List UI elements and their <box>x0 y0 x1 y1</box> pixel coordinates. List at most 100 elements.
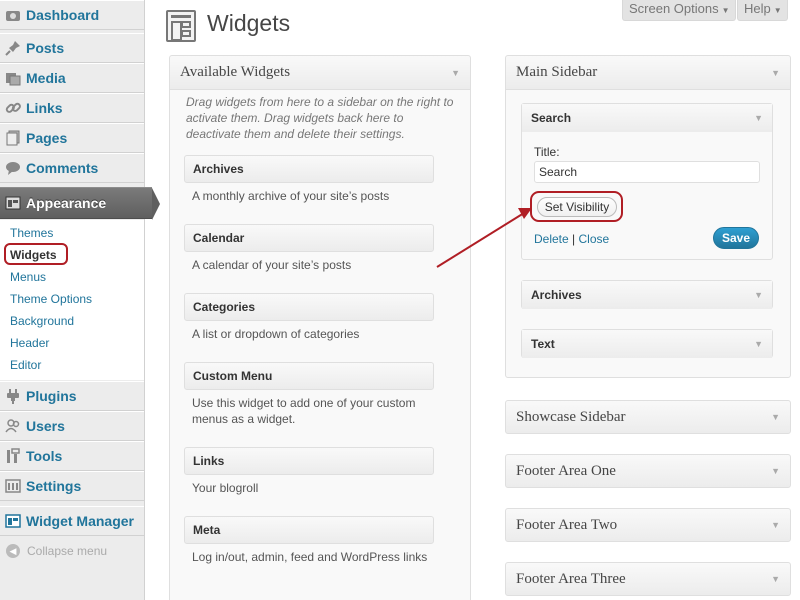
help-label: Help <box>744 1 771 16</box>
page-title: Widgets <box>207 10 291 36</box>
menu-links[interactable]: Links <box>0 93 144 123</box>
widget-control-actions: Delete | Close <box>534 232 609 246</box>
available-widgets-description: Drag widgets from here to a sidebar on t… <box>186 95 454 141</box>
widget-title: Search <box>531 111 572 125</box>
menu-pages[interactable]: Pages <box>0 123 144 153</box>
chevron-down-icon: ▼ <box>721 6 730 15</box>
menu-posts[interactable]: Posts <box>0 33 144 63</box>
title-input[interactable]: Search <box>534 161 760 183</box>
toggle-arrow-icon[interactable]: ▼ <box>771 520 780 530</box>
save-button[interactable]: Save <box>713 227 759 249</box>
widget-custom-menu[interactable]: Custom Menu <box>184 362 434 390</box>
widgets-page-icon <box>166 10 196 42</box>
submenu-editor[interactable]: Editor <box>10 358 41 372</box>
menu-label: Pages <box>26 130 68 146</box>
widget-description: Use this widget to add one of your custo… <box>192 396 416 426</box>
toggle-arrow-icon[interactable]: ▼ <box>451 68 460 78</box>
widget-meta[interactable]: Meta <box>184 516 434 544</box>
widget-description: A list or dropdown of categories <box>192 327 360 341</box>
sidebar-widget-text[interactable]: Text ▼ <box>521 329 773 358</box>
panel-title: Footer Area Two <box>516 516 618 533</box>
toggle-arrow-icon[interactable]: ▼ <box>771 466 780 476</box>
widget-archives[interactable]: Archives <box>184 155 434 183</box>
collapse-menu[interactable]: ◀ Collapse menu <box>6 544 107 558</box>
tools-icon <box>4 447 22 465</box>
menu-media[interactable]: Media <box>0 63 144 93</box>
panel-title: Main Sidebar <box>516 64 598 80</box>
title-label: Title: <box>534 145 560 159</box>
menu-appearance[interactable]: Appearance <box>0 187 160 220</box>
footer-area-one[interactable]: Footer Area One ▼ <box>505 454 791 488</box>
dashboard-icon <box>4 6 22 24</box>
menu-label: Links <box>26 100 63 116</box>
menu-label: Media <box>26 70 66 86</box>
widget-categories[interactable]: Categories <box>184 293 434 321</box>
available-widgets-header[interactable]: Available Widgets ▼ <box>170 56 470 90</box>
submenu-header[interactable]: Header <box>10 336 49 350</box>
menu-label: Settings <box>26 478 82 494</box>
help-button[interactable]: Help ▼ <box>737 0 788 21</box>
menu-label: Widget Manager <box>26 513 134 529</box>
appearance-icon <box>4 194 22 212</box>
widget-description: A calendar of your site’s posts <box>192 258 352 272</box>
screen-options-button[interactable]: Screen Options ▼ <box>622 0 736 21</box>
chevron-down-icon: ▼ <box>773 6 782 15</box>
users-icon <box>4 417 22 435</box>
collapse-label: Collapse menu <box>27 544 108 558</box>
toggle-arrow-icon[interactable]: ▼ <box>771 574 780 584</box>
panel-title: Footer Area One <box>516 462 616 479</box>
sidebar-widget-archives[interactable]: Archives ▼ <box>521 280 773 309</box>
widget-calendar[interactable]: Calendar <box>184 224 434 252</box>
menu-label: Dashboard <box>26 7 100 23</box>
widgets-highlight-ring <box>4 243 68 265</box>
toggle-arrow-icon[interactable]: ▼ <box>754 113 763 123</box>
toggle-arrow-icon[interactable]: ▼ <box>771 68 780 78</box>
submenu-themes[interactable]: Themes <box>10 226 53 240</box>
menu-plugins[interactable]: Plugins <box>0 381 144 411</box>
visibility-highlight-ring <box>530 191 623 222</box>
admin-menu: Dashboard Posts Media Links Pages Commen… <box>0 0 160 600</box>
delete-link[interactable]: Delete <box>534 232 569 246</box>
menu-label: Appearance <box>26 195 107 211</box>
menu-widget-manager[interactable]: Widget Manager <box>0 506 144 536</box>
showcase-sidebar[interactable]: Showcase Sidebar ▼ <box>505 400 791 434</box>
menu-label: Plugins <box>26 388 77 404</box>
menu-dashboard[interactable]: Dashboard <box>0 0 144 30</box>
menu-label: Comments <box>26 160 99 176</box>
widget-header[interactable]: Text ▼ <box>522 330 772 358</box>
close-link[interactable]: Close <box>579 232 610 246</box>
footer-area-three[interactable]: Footer Area Three ▼ <box>505 562 791 596</box>
submenu-background[interactable]: Background <box>10 314 74 328</box>
link-separator: | <box>572 232 576 246</box>
search-widget-header[interactable]: Search ▼ <box>522 104 772 132</box>
submenu-menus[interactable]: Menus <box>10 270 46 284</box>
submenu-theme-options[interactable]: Theme Options <box>10 292 92 306</box>
toggle-arrow-icon[interactable]: ▼ <box>754 290 763 300</box>
menu-settings[interactable]: Settings <box>0 471 144 501</box>
panel-title: Showcase Sidebar <box>516 408 626 425</box>
panel-title: Available Widgets <box>180 64 291 80</box>
menu-tools[interactable]: Tools <box>0 441 144 471</box>
main-sidebar-header[interactable]: Main Sidebar ▼ <box>506 56 790 90</box>
widget-title: Archives <box>531 288 582 302</box>
menu-label: Tools <box>26 448 63 464</box>
toggle-arrow-icon[interactable]: ▼ <box>754 339 763 349</box>
menu-comments[interactable]: Comments <box>0 153 144 183</box>
pin-icon <box>4 39 22 57</box>
plugin-icon <box>4 387 22 405</box>
menu-users[interactable]: Users <box>0 411 144 441</box>
screen-options-label: Screen Options <box>629 1 719 16</box>
menu-label: Posts <box>26 40 65 56</box>
media-icon <box>4 69 22 87</box>
widget-description: A monthly archive of your site’s posts <box>192 189 390 203</box>
widget-manager-icon <box>4 512 22 530</box>
menu-label: Users <box>26 418 65 434</box>
widget-description: Your blogroll <box>192 481 259 495</box>
widget-title: Text <box>531 337 555 351</box>
toggle-arrow-icon[interactable]: ▼ <box>771 412 780 422</box>
link-icon <box>4 99 22 117</box>
widget-description: Log in/out, admin, feed and WordPress li… <box>192 550 428 564</box>
footer-area-two[interactable]: Footer Area Two ▼ <box>505 508 791 542</box>
widget-header[interactable]: Archives ▼ <box>522 281 772 309</box>
widget-links[interactable]: Links <box>184 447 434 475</box>
